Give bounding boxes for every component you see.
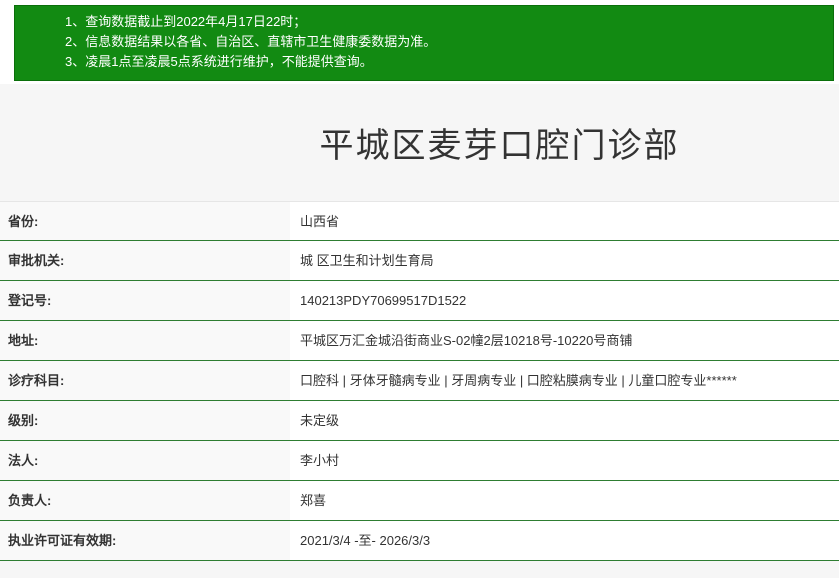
row-label: 地址:: [0, 321, 290, 360]
row-value: 2021/3/4 -至- 2026/3/3: [290, 521, 839, 560]
row-label: 执业许可证有效期:: [0, 521, 290, 560]
row-label: 法人:: [0, 441, 290, 480]
row-label: 级别:: [0, 401, 290, 440]
notice-box: 1、查询数据截止到2022年4月17日22时； 2、信息数据结果以各省、自治区、…: [14, 5, 834, 81]
row-label: 诊疗科目:: [0, 361, 290, 400]
row-value: 李小村: [290, 441, 839, 480]
main-content: 平城区麦芽口腔门诊部 省份: 山西省 审批机关: 城 区卫生和计划生育局 登记号…: [0, 84, 839, 578]
row-value: 140213PDY70699517D1522: [290, 281, 839, 320]
row-value: 城 区卫生和计划生育局: [290, 241, 839, 280]
row-label: 省份:: [0, 202, 290, 240]
row-value: 郑喜: [290, 481, 839, 520]
notice-line-1: 1、查询数据截止到2022年4月17日22时；: [65, 14, 307, 29]
row-value: 平城区万汇金城沿街商业S-02幢2层10218号-10220号商铺: [290, 321, 839, 360]
page-title: 平城区麦芽口腔门诊部: [319, 127, 680, 165]
row-label: 负责人:: [0, 481, 290, 520]
table-row-level: 级别: 未定级: [0, 401, 839, 441]
notice-line-2: 2、信息数据结果以各省、自治区、直辖市卫生健康委数据为准。: [65, 34, 437, 49]
table-row-address: 地址: 平城区万汇金城沿街商业S-02幢2层10218号-10220号商铺: [0, 321, 839, 361]
table-row-legal-person: 法人: 李小村: [0, 441, 839, 481]
table-row-registration-number: 登记号: 140213PDY70699517D1522: [0, 281, 839, 321]
table-row-license-validity: 执业许可证有效期: 2021/3/4 -至- 2026/3/3: [0, 521, 839, 561]
row-value: 未定级: [290, 401, 839, 440]
notice-line-3: 3、凌晨1点至凌晨5点系统进行维护，不能提供查询。: [65, 54, 373, 69]
info-table: 省份: 山西省 审批机关: 城 区卫生和计划生育局 登记号: 140213PDY…: [0, 201, 839, 561]
table-row-province: 省份: 山西省: [0, 201, 839, 241]
table-row-departments: 诊疗科目: 口腔科 | 牙体牙髓病专业 | 牙周病专业 | 口腔粘膜病专业 | …: [0, 361, 839, 401]
row-value: 口腔科 | 牙体牙髓病专业 | 牙周病专业 | 口腔粘膜病专业 | 儿童口腔专业…: [290, 361, 839, 400]
table-row-person-in-charge: 负责人: 郑喜: [0, 481, 839, 521]
row-value: 山西省: [290, 202, 839, 240]
row-label: 登记号:: [0, 281, 290, 320]
table-row-approval-authority: 审批机关: 城 区卫生和计划生育局: [0, 241, 839, 281]
row-label: 审批机关:: [0, 241, 290, 280]
